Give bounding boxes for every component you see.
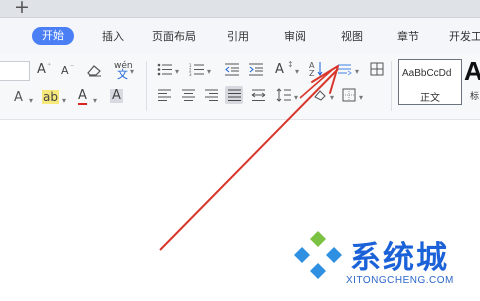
watermark-url: XITONGCHENG.COM	[346, 275, 454, 286]
watermark-logo-icon	[294, 231, 342, 279]
watermark-title: 系统城	[350, 240, 449, 276]
